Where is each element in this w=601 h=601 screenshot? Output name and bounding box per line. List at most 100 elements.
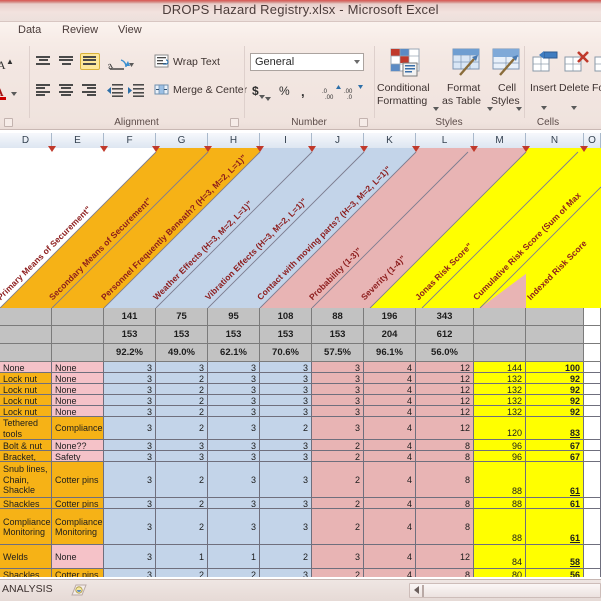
cell-score-G[interactable]: 2 bbox=[156, 462, 208, 498]
table-row[interactable]: Shackles Cotter pins 3 2 3 3 2 4 8 88 61 bbox=[0, 498, 601, 509]
column-header-J[interactable]: J bbox=[312, 133, 364, 148]
summary-cell-E-1[interactable] bbox=[52, 308, 104, 326]
table-row[interactable]: Tethered tools Compliance 3 2 3 2 3 4 12 120 83 bbox=[0, 417, 601, 440]
cell-secondary-means[interactable]: Cotter pins bbox=[52, 462, 104, 498]
table-row[interactable]: Lock nut None 3 2 3 3 3 4 12 132 92 bbox=[0, 395, 601, 406]
cell-score-K[interactable]: 4 bbox=[364, 395, 416, 406]
cell-primary-means[interactable]: Welds bbox=[0, 545, 52, 569]
table-row[interactable]: Lock nut None 3 2 3 3 3 4 12 132 92 bbox=[0, 373, 601, 384]
summary-cell-D-2[interactable] bbox=[0, 326, 52, 344]
comment-marker-F[interactable] bbox=[152, 146, 160, 152]
cell-score-K[interactable]: 4 bbox=[364, 462, 416, 498]
summary-cell-N-1[interactable] bbox=[526, 308, 584, 326]
cell-score-I[interactable]: 3 bbox=[260, 373, 312, 384]
summary-cell-N-2[interactable] bbox=[526, 326, 584, 344]
summary-cell-D-3[interactable] bbox=[0, 344, 52, 362]
summary-cell-K-3[interactable]: 96.1% bbox=[364, 344, 416, 362]
cell-score-K[interactable]: 4 bbox=[364, 373, 416, 384]
cell-score-G[interactable]: 3 bbox=[156, 451, 208, 462]
summary-cell-O-2[interactable] bbox=[584, 326, 601, 344]
cell-secondary-means[interactable]: None bbox=[52, 545, 104, 569]
cell-score-F[interactable]: 3 bbox=[104, 395, 156, 406]
comment-marker-G[interactable] bbox=[204, 146, 212, 152]
align-top-button[interactable] bbox=[34, 54, 54, 71]
format-cells-icon[interactable] bbox=[594, 50, 601, 81]
cell-trailing[interactable] bbox=[584, 373, 601, 384]
cell-score-J[interactable]: 2 bbox=[312, 509, 364, 545]
insert-label[interactable]: Insert bbox=[530, 82, 556, 94]
cell-secondary-means[interactable]: None bbox=[52, 384, 104, 395]
cell-cumulative-risk-score[interactable]: 132 bbox=[474, 373, 526, 384]
summary-cell-I-2[interactable]: 153 bbox=[260, 326, 312, 344]
summary-cell-F-1[interactable]: 141 bbox=[104, 308, 156, 326]
cell-styles-icon[interactable] bbox=[492, 48, 522, 83]
cell-score-H[interactable]: 3 bbox=[208, 451, 260, 462]
cell-secondary-means[interactable]: Safety cable bbox=[52, 451, 104, 462]
cell-score-G[interactable]: 2 bbox=[156, 498, 208, 509]
cell-score-H[interactable]: 3 bbox=[208, 417, 260, 440]
summary-cell-L-2[interactable]: 612 bbox=[416, 326, 474, 344]
cell-score-L[interactable]: 8 bbox=[416, 440, 474, 451]
summary-cell-O-3[interactable] bbox=[584, 344, 601, 362]
summary-cell-J-2[interactable]: 153 bbox=[312, 326, 364, 344]
cell-score-G[interactable]: 2 bbox=[156, 569, 208, 577]
summary-cell-M-2[interactable] bbox=[474, 326, 526, 344]
cell-score-J[interactable]: 3 bbox=[312, 384, 364, 395]
comma-format-button[interactable]: , bbox=[301, 84, 305, 99]
grow-font-icon[interactable]: A ▲ bbox=[0, 56, 18, 77]
cell-score-H[interactable]: 3 bbox=[208, 440, 260, 451]
cell-secondary-means[interactable]: None bbox=[52, 395, 104, 406]
cell-score-F[interactable]: 3 bbox=[104, 462, 156, 498]
cell-score-L[interactable]: 8 bbox=[416, 451, 474, 462]
cell-score-I[interactable]: 3 bbox=[260, 395, 312, 406]
cell-primary-means[interactable]: Shackles bbox=[0, 569, 52, 577]
cell-score-F[interactable]: 3 bbox=[104, 417, 156, 440]
cell-secondary-means[interactable]: None bbox=[52, 373, 104, 384]
comment-marker-N[interactable] bbox=[580, 146, 588, 152]
summary-cell-D-1[interactable] bbox=[0, 308, 52, 326]
cell-indexed-risk-score[interactable]: 83 bbox=[526, 417, 584, 440]
merge-center-icon[interactable] bbox=[154, 82, 170, 102]
table-row[interactable]: Bracket,Safety cable33332489667 bbox=[0, 451, 601, 462]
cell-score-K[interactable]: 4 bbox=[364, 498, 416, 509]
comment-marker-I[interactable] bbox=[308, 146, 316, 152]
table-row[interactable]: None None 3 3 3 3 3 4 12 144 100 bbox=[0, 362, 601, 373]
increase-indent-icon[interactable] bbox=[127, 83, 145, 103]
format-as-table-label-1[interactable]: Format bbox=[447, 82, 480, 94]
summary-cell-E-2[interactable] bbox=[52, 326, 104, 344]
summary-cell-G-2[interactable]: 153 bbox=[156, 326, 208, 344]
summary-cell-O-1[interactable] bbox=[584, 308, 601, 326]
cell-score-K[interactable]: 4 bbox=[364, 451, 416, 462]
cell-score-G[interactable]: 3 bbox=[156, 362, 208, 373]
cell-indexed-risk-score[interactable]: 92 bbox=[526, 384, 584, 395]
conditional-formatting-icon[interactable] bbox=[390, 48, 422, 83]
cell-primary-means[interactable]: Snub lines, Chain, Shackle bbox=[0, 462, 52, 498]
cell-score-F[interactable]: 3 bbox=[104, 545, 156, 569]
cell-score-I[interactable]: 3 bbox=[260, 498, 312, 509]
wrap-text-label[interactable]: Wrap Text bbox=[173, 56, 220, 68]
cell-score-J[interactable]: 3 bbox=[312, 362, 364, 373]
cell-score-L[interactable]: 8 bbox=[416, 509, 474, 545]
align-bottom-button[interactable] bbox=[80, 53, 100, 70]
orientation-icon[interactable]: a bbox=[105, 55, 134, 76]
cell-score-G[interactable]: 2 bbox=[156, 384, 208, 395]
cell-score-G[interactable]: 2 bbox=[156, 509, 208, 545]
comment-marker-E[interactable] bbox=[100, 146, 108, 152]
conditional-formatting-label-2[interactable]: Formatting bbox=[377, 95, 427, 107]
cell-secondary-means[interactable]: None bbox=[52, 362, 104, 373]
cell-trailing[interactable] bbox=[584, 395, 601, 406]
column-header-H[interactable]: H bbox=[208, 133, 260, 148]
cell-score-K[interactable]: 4 bbox=[364, 509, 416, 545]
delete-cells-icon[interactable] bbox=[564, 50, 592, 81]
number-dialog-launcher[interactable] bbox=[359, 118, 368, 127]
cell-cumulative-risk-score[interactable]: 84 bbox=[474, 545, 526, 569]
cell-trailing[interactable] bbox=[584, 362, 601, 373]
column-header-I[interactable]: I bbox=[260, 133, 312, 148]
cell-score-J[interactable]: 3 bbox=[312, 417, 364, 440]
table-row[interactable]: Lock nut None 3 2 3 3 3 4 12 132 92 bbox=[0, 384, 601, 395]
table-row[interactable]: Compliance, Monitoring Compliance, Monito… bbox=[0, 509, 601, 545]
cell-secondary-means[interactable]: Cotter pins bbox=[52, 569, 104, 577]
increase-decimal-icon[interactable]: .0 .00 bbox=[322, 84, 342, 105]
cell-score-I[interactable]: 3 bbox=[260, 384, 312, 395]
cell-score-H[interactable]: 3 bbox=[208, 373, 260, 384]
